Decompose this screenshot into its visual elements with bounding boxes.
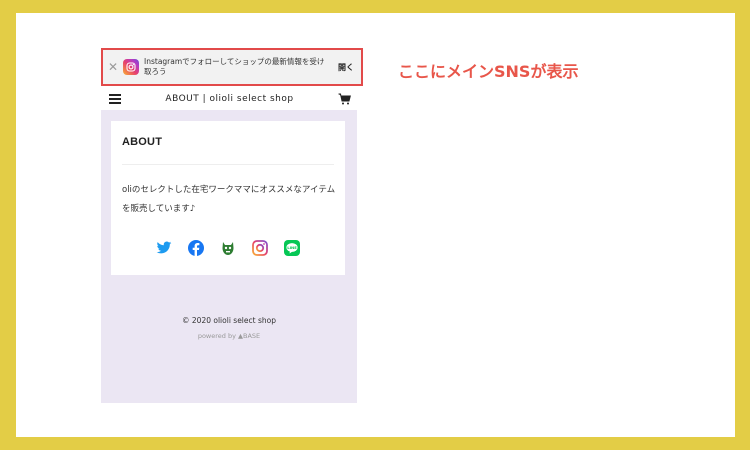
copyright-text: © 2020 olioli select shop [182,316,276,325]
facebook-icon[interactable] [188,240,204,256]
close-icon[interactable]: ✕ [103,61,123,73]
instagram-follow-banner[interactable]: ✕ Instagramでフォローしてショップの最新情報を受け取ろう 開く [101,48,363,86]
annotation-callout: ここにメインSNSが表示 [398,62,579,81]
powered-by-link[interactable]: powered by ▲BASE [101,332,357,340]
sns-links: LINE [111,240,345,256]
instagram-icon[interactable] [252,240,268,256]
svg-text:LINE: LINE [287,245,297,250]
about-heading: ABOUT [122,136,163,148]
line-icon[interactable]: LINE [284,240,300,256]
instagram-icon [123,59,139,75]
phone-screen: ✕ Instagramでフォローしてショップの最新情報を受け取ろう 開く ABO… [101,48,363,403]
site-header: ABOUT | olioli select shop [101,88,357,110]
peing-icon[interactable] [220,240,236,256]
cart-icon[interactable] [338,90,351,109]
slide-canvas: ✕ Instagramでフォローしてショップの最新情報を受け取ろう 開く ABO… [16,13,735,437]
page-title: ABOUT | olioli select shop [165,94,294,104]
page-body: ABOUT oliのセレクトした在宅ワークママにオススメなアイテムを販売していま… [101,110,357,403]
banner-message: Instagramでフォローしてショップの最新情報を受け取ろう [144,57,325,76]
twitter-icon[interactable] [156,240,172,256]
divider [122,164,334,165]
about-description: oliのセレクトした在宅ワークママにオススメなアイテムを販売しています♪ [122,185,336,214]
about-card: ABOUT oliのセレクトした在宅ワークママにオススメなアイテムを販売していま… [111,121,345,275]
menu-icon[interactable] [109,94,121,104]
open-button[interactable]: 開く [331,62,361,73]
